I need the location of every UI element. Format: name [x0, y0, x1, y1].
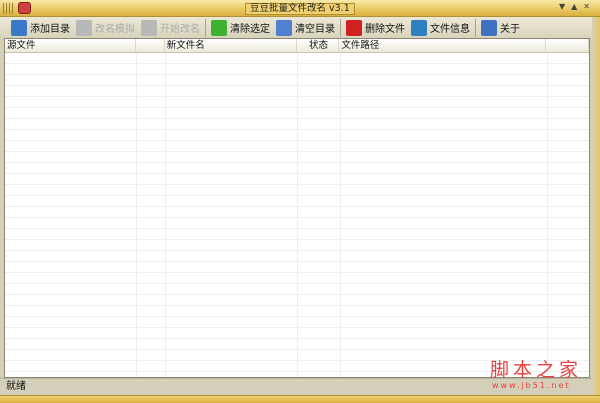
- column-blank[interactable]: [136, 39, 165, 52]
- toolbar-button-label: 关于: [500, 24, 520, 35]
- toolbar-button-label: 删除文件: [365, 24, 405, 35]
- watermark-url: www.jb51.net: [492, 381, 571, 390]
- window-bottom-frame: [0, 395, 600, 403]
- list-header: 源文件 新文件名 状态 文件路径: [5, 39, 589, 53]
- app-icon[interactable]: [18, 2, 31, 14]
- toolbar-separator: [340, 18, 341, 37]
- toolbar-button-7[interactable]: 关于: [478, 18, 523, 38]
- toolbar-button-label: 开始改名: [160, 24, 200, 35]
- pen-icon: [76, 19, 92, 36]
- magnifier-icon: [411, 19, 427, 36]
- toolbar-button-label: 文件信息: [430, 24, 470, 35]
- column-divider: [165, 53, 166, 377]
- floppy-icon: [141, 19, 157, 36]
- column-divider: [340, 53, 341, 377]
- minimize-button[interactable]: ▼: [559, 2, 565, 11]
- column-divider: [297, 53, 298, 377]
- toolbar-button-4[interactable]: 清空目录: [273, 18, 338, 38]
- toolbar-button-label: 清空目录: [295, 24, 335, 35]
- toolbar-button-2[interactable]: 开始改名: [138, 18, 203, 38]
- monitor-icon: [11, 19, 27, 36]
- user-icon: [481, 19, 497, 36]
- x-icon: [346, 19, 362, 36]
- grip-icon: [3, 3, 13, 14]
- toolbar-separator: [205, 18, 206, 37]
- column-divider: [136, 53, 137, 377]
- toolbar-button-3[interactable]: 清除选定: [208, 18, 273, 38]
- toolbar-button-label: 添加目录: [30, 24, 70, 35]
- title-bar: 豆豆批量文件改名 v3.1 ▼ ▲ ✕: [0, 0, 600, 17]
- column-new-name[interactable]: 新文件名: [165, 39, 297, 52]
- window-title: 豆豆批量文件改名 v3.1: [245, 3, 355, 15]
- column-status[interactable]: 状态: [297, 39, 340, 52]
- window-frame: [592, 17, 600, 395]
- column-file-path[interactable]: 文件路径: [339, 39, 547, 52]
- toolbar-button-0[interactable]: 添加目录: [8, 18, 73, 38]
- toolbar-button-5[interactable]: 删除文件: [343, 18, 408, 38]
- toolbar-button-6[interactable]: 文件信息: [408, 18, 473, 38]
- watermark-text: 脚本之家: [490, 359, 583, 381]
- toolbar-button-1[interactable]: 改名模拟: [73, 18, 138, 38]
- maximize-button[interactable]: ▲: [571, 2, 577, 11]
- column-extra[interactable]: [546, 39, 589, 52]
- column-source-file[interactable]: 源文件: [5, 39, 136, 52]
- toolbar: 添加目录 改名模拟 开始改名 清除选定 清空目录 删除文件 文件信息 关于: [0, 17, 592, 38]
- eraser-icon: [276, 19, 292, 36]
- close-button[interactable]: ✕: [583, 2, 590, 11]
- toolbar-separator: [475, 18, 476, 37]
- column-divider: [547, 53, 548, 377]
- toolbar-button-label: 改名模拟: [95, 24, 135, 35]
- toolbar-button-label: 清除选定: [230, 24, 270, 35]
- puzzle-icon: [211, 19, 227, 36]
- file-list[interactable]: 源文件 新文件名 状态 文件路径: [4, 38, 590, 378]
